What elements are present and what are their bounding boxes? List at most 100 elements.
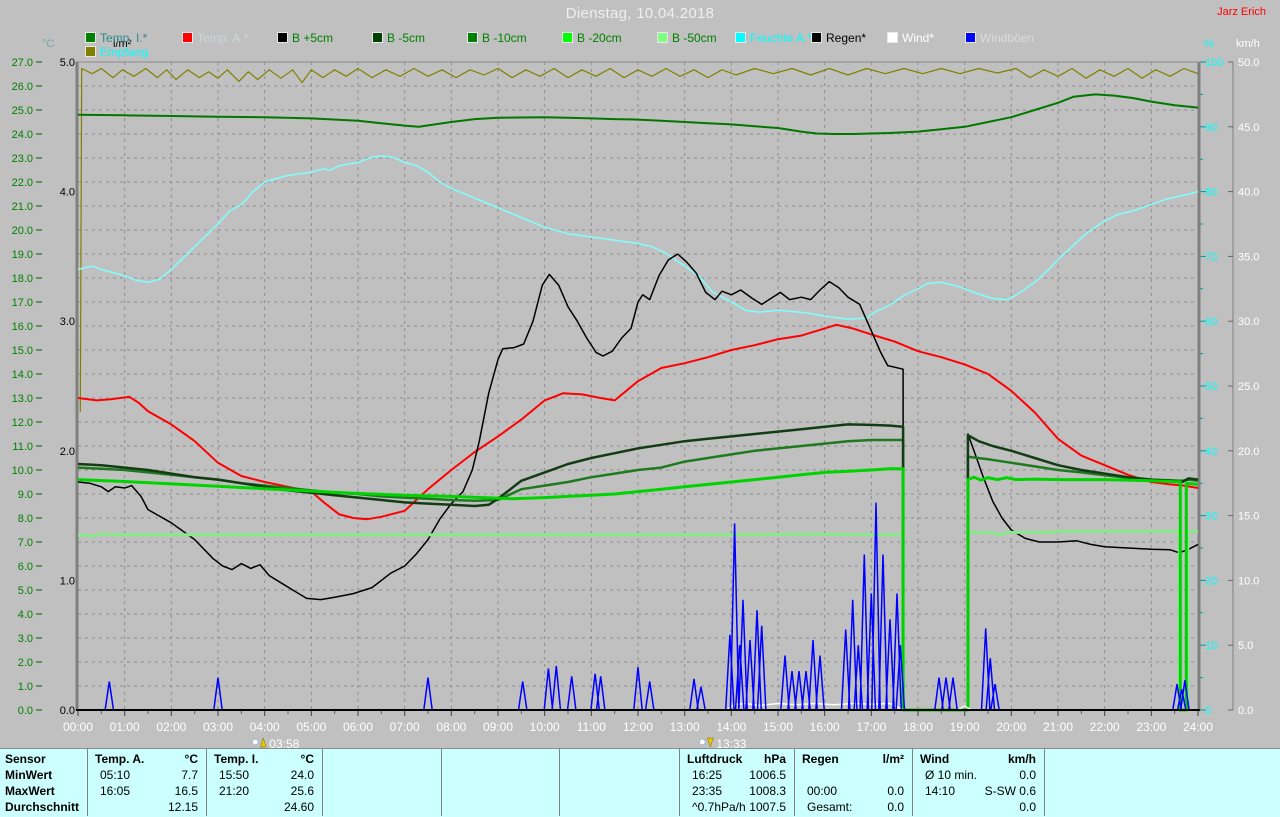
- series-windboeen-spike: [697, 687, 705, 710]
- table-row-label: MaxWert: [5, 783, 55, 799]
- axis-tick-label: 27.0: [12, 57, 33, 69]
- axis-tick-label: 40.0: [1238, 187, 1259, 199]
- axis-tick-label: 24.0: [12, 129, 33, 141]
- axis-tick-label: 08:00: [436, 720, 466, 734]
- axis-tick-label: 24:00: [1183, 720, 1213, 734]
- series-windboeen-spike: [424, 678, 432, 710]
- axis-tick-label: 5.0: [18, 585, 33, 597]
- axis-tick-label: 20:00: [996, 720, 1026, 734]
- table-divider: [322, 749, 323, 816]
- axis-tick-label: 50.0: [1238, 57, 1259, 69]
- series-windboeen-spike: [634, 667, 642, 710]
- axis-tick-label: 40: [1205, 446, 1217, 458]
- axis-tick-label: 25.0: [12, 105, 33, 117]
- axis-tick-label: 18.0: [12, 273, 33, 285]
- weather-chart[interactable]: 0.01.02.03.04.05.06.07.08.09.010.011.012…: [0, 0, 1280, 748]
- axis-tick-label: 80: [1205, 187, 1217, 199]
- axis-tick-label: 30: [1205, 511, 1217, 523]
- sun-marker-icon: [699, 739, 705, 745]
- table-divider: [559, 749, 560, 816]
- series-windboeen-spike: [544, 669, 552, 711]
- axis-tick-label: 21.0: [12, 201, 33, 213]
- table-col-unit: l/m²: [795, 751, 904, 767]
- table-value: 1008.3: [680, 783, 786, 799]
- table-value: 12.15: [88, 799, 198, 815]
- axis-tick-label: 03:58: [269, 737, 299, 748]
- table-row-label: Durchschnitt: [5, 799, 79, 815]
- axis-tick-label: 03:00: [203, 720, 233, 734]
- axis-tick-label: 13:00: [670, 720, 700, 734]
- table-value: 0.0: [913, 799, 1036, 815]
- axis-tick-label: 15:00: [763, 720, 793, 734]
- axis-tick-label: 1.0: [60, 575, 75, 587]
- axis-tick-label: 4.0: [18, 609, 33, 621]
- table-row-label: MinWert: [5, 767, 52, 783]
- axis-tick-label: 30.0: [1238, 316, 1259, 328]
- table-col-unit: hPa: [680, 751, 786, 767]
- table-value: 7.7: [88, 767, 198, 783]
- axis-tick-label: 10:00: [530, 720, 560, 734]
- axis-tick-label: 0: [1205, 705, 1211, 717]
- axis-tick-label: 21:00: [1043, 720, 1073, 734]
- weather-app-window: Dienstag, 10.04.2018 Jarz Erich °C l/m² …: [0, 0, 1280, 817]
- axis-tick-label: 3.0: [18, 633, 33, 645]
- table-col-unit: °C: [88, 751, 198, 767]
- series-temp-i-: [78, 94, 1198, 134]
- axis-tick-label: 15.0: [12, 345, 33, 357]
- axis-tick-label: 14.0: [12, 369, 33, 381]
- sun-marker-icon: [252, 739, 258, 745]
- axis-tick-label: 3.0: [60, 316, 75, 328]
- table-col-unit: km/h: [913, 751, 1036, 767]
- axis-tick-label: 25.0: [1238, 381, 1259, 393]
- table-value: 16.5: [88, 783, 198, 799]
- axis-tick-label: 10.0: [1238, 575, 1259, 587]
- axis-tick-label: 5.0: [1238, 640, 1253, 652]
- axis-tick-label: 00:00: [63, 720, 93, 734]
- axis-tick-label: 100: [1205, 57, 1223, 69]
- table-divider: [441, 749, 442, 816]
- axis-tick-label: 15.0: [1238, 511, 1259, 523]
- axis-tick-label: 02:00: [156, 720, 186, 734]
- axis-tick-label: 07:00: [390, 720, 420, 734]
- axis-tick-label: 13.0: [12, 393, 33, 405]
- axis-tick-label: 06:00: [343, 720, 373, 734]
- axis-tick-label: 7.0: [18, 537, 33, 549]
- table-value: 24.0: [207, 767, 314, 783]
- axis-tick-label: 18:00: [903, 720, 933, 734]
- table-row-label: Sensor: [5, 751, 46, 767]
- series-windboeen-spike: [552, 666, 560, 710]
- axis-tick-label: 20.0: [1238, 446, 1259, 458]
- axis-tick-label: 2.0: [60, 446, 75, 458]
- series-windboeen-spike: [949, 678, 957, 710]
- axis-tick-label: 13:33: [716, 737, 746, 748]
- series-windboeen-spike: [726, 635, 734, 710]
- axis-tick-label: 04:00: [250, 720, 280, 734]
- axis-tick-label: 1.0: [18, 681, 33, 693]
- table-value: 1006.5: [680, 767, 786, 783]
- sunset-arrow-icon: [707, 738, 713, 747]
- table-value: 1007.5: [680, 799, 786, 815]
- axis-tick-label: 01:00: [110, 720, 140, 734]
- axis-tick-label: 6.0: [18, 561, 33, 573]
- axis-tick-label: 20: [1205, 575, 1217, 587]
- series-windboeen-spike: [982, 628, 990, 710]
- axis-tick-label: 90: [1205, 122, 1217, 134]
- axis-tick-label: 26.0: [12, 81, 33, 93]
- series-windboeen-spike: [879, 555, 887, 711]
- sunrise-arrow-icon: [260, 738, 266, 747]
- axis-tick-label: 23.0: [12, 153, 33, 165]
- axis-tick-label: 11:00: [577, 720, 606, 734]
- axis-tick-label: 12.0: [12, 417, 33, 429]
- axis-tick-label: 20.0: [12, 225, 33, 237]
- table-value: 25.6: [207, 783, 314, 799]
- axis-tick-label: 8.0: [18, 513, 33, 525]
- table-value: 0.0: [795, 783, 904, 799]
- series-b-50cm: [78, 531, 1198, 710]
- axis-tick-label: 11.0: [12, 441, 33, 453]
- axis-tick-label: 60: [1205, 316, 1217, 328]
- axis-tick-label: 05:00: [296, 720, 326, 734]
- series-windboeen-spike: [816, 656, 824, 710]
- axis-tick-label: 10: [1205, 640, 1217, 652]
- axis-tick-label: 23:00: [1136, 720, 1166, 734]
- axis-tick-label: 2.0: [18, 657, 33, 669]
